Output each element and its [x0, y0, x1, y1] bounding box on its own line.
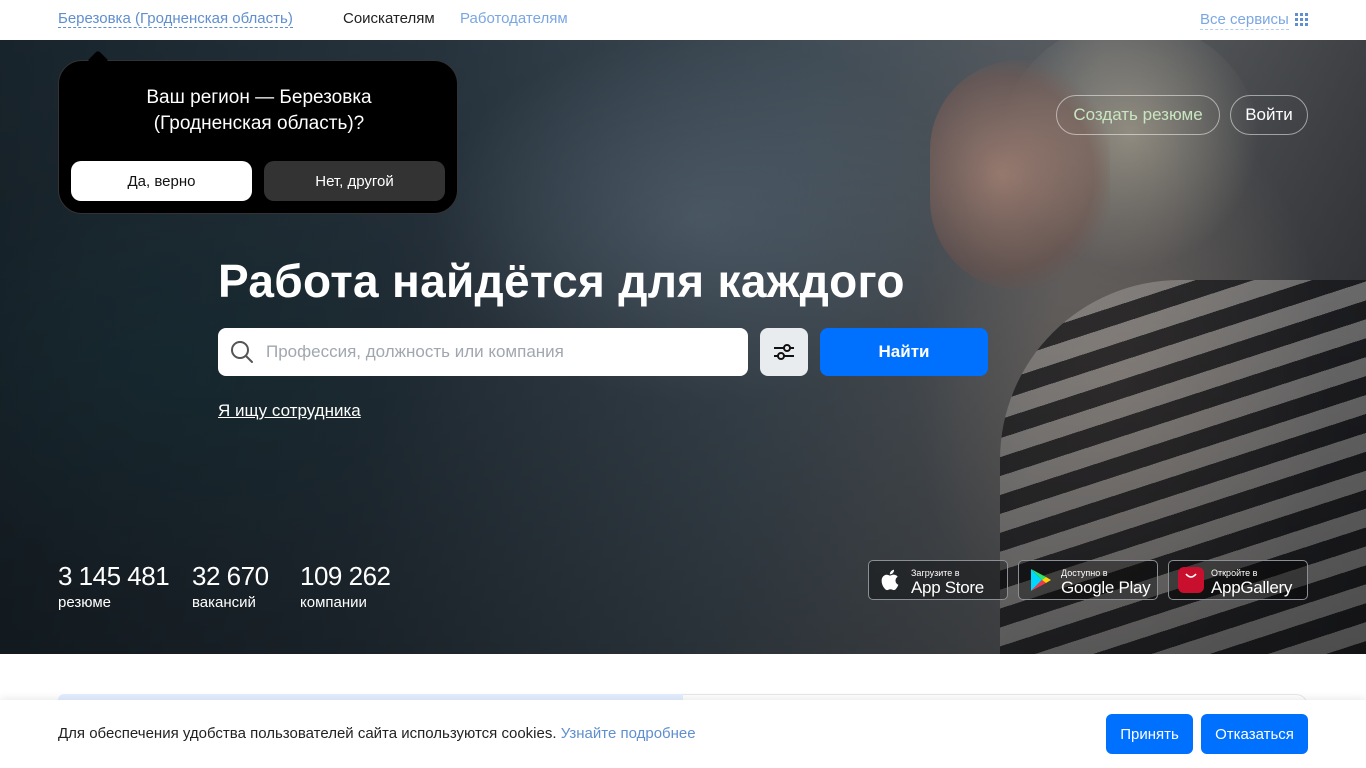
create-resume-button[interactable]: Создать резюме: [1056, 95, 1220, 135]
apple-icon: [881, 569, 899, 591]
filter-sliders-icon: [774, 344, 794, 360]
apps-grid-icon[interactable]: [1295, 13, 1308, 26]
hero-headline: Работа найдётся для каждого: [218, 255, 905, 307]
cookie-message: Для обеспечения удобства пользователей с…: [58, 725, 557, 742]
stat-value: 109 262: [300, 561, 391, 591]
cookie-banner: Для обеспечения удобства пользователей с…: [0, 700, 1366, 768]
huawei-icon: [1178, 567, 1204, 593]
search-box: [218, 328, 748, 376]
stat-value: 32 670: [192, 561, 269, 591]
stat-resumes: 3 145 481 резюме: [58, 560, 170, 614]
stat-value: 3 145 481: [58, 561, 170, 591]
login-button[interactable]: Войти: [1230, 95, 1308, 135]
all-services-link[interactable]: Все сервисы: [1200, 10, 1289, 30]
search-icon: [231, 341, 253, 363]
google-play-icon: [1031, 569, 1051, 591]
cookie-more-link[interactable]: Узнайте подробнее: [561, 725, 696, 742]
region-confirm-popup: Ваш регион — Березовка (Гродненская обла…: [58, 60, 458, 214]
region-question: Ваш регион — Березовка (Гродненская обла…: [146, 87, 372, 134]
region-selector-link[interactable]: Березовка (Гродненская область): [58, 10, 293, 28]
region-no-button[interactable]: Нет, другой: [264, 161, 445, 201]
find-button[interactable]: Найти: [820, 328, 988, 376]
advanced-search-button[interactable]: [760, 328, 808, 376]
nav-employers[interactable]: Работодателям: [460, 10, 568, 27]
stat-vacancies: 32 670 вакансий: [192, 560, 269, 614]
employer-search-link[interactable]: Я ищу сотрудника: [218, 401, 361, 421]
cookie-decline-button[interactable]: Отказаться: [1201, 714, 1308, 754]
stat-label: резюме: [58, 594, 111, 611]
stat-label: вакансий: [192, 594, 256, 611]
cookie-text: Для обеспечения удобства пользователей с…: [58, 725, 696, 742]
cookie-accept-button[interactable]: Принять: [1106, 714, 1193, 754]
stat-companies: 109 262 компании: [300, 560, 391, 614]
region-yes-button[interactable]: Да, верно: [71, 161, 252, 201]
stat-label: компании: [300, 594, 367, 611]
nav-jobseekers[interactable]: Соискателям: [343, 10, 435, 27]
app-gallery-badge[interactable]: Откройте в AppGallery: [1168, 560, 1308, 600]
search-input[interactable]: [266, 328, 736, 376]
top-bar: Березовка (Гродненская область) Соискате…: [0, 0, 1366, 40]
app-store-badge[interactable]: Загрузите в App Store: [868, 560, 1008, 600]
google-play-badge[interactable]: Доступно в Google Play: [1018, 560, 1158, 600]
